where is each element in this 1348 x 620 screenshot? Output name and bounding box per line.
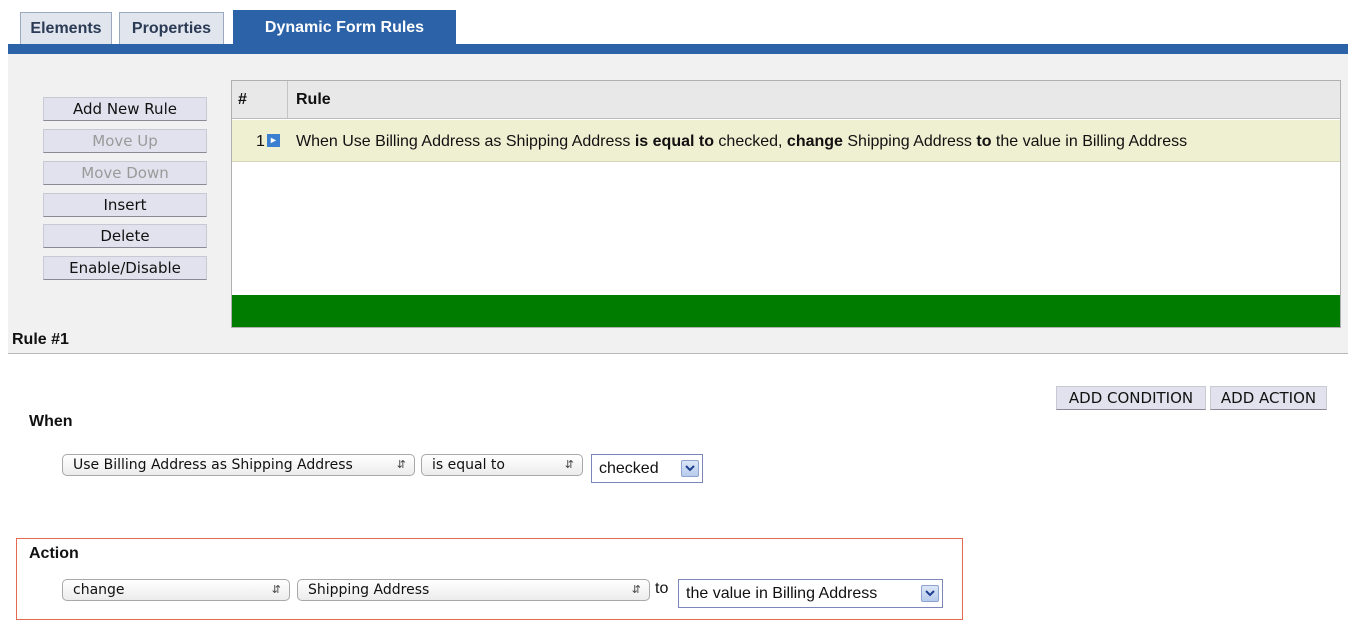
chevron-down-icon[interactable] bbox=[921, 585, 939, 602]
action-verb-value: change bbox=[73, 582, 125, 598]
table-header: # Rule bbox=[232, 81, 1340, 119]
condition-value: checked bbox=[599, 460, 659, 477]
move-down-button[interactable]: Move Down bbox=[43, 161, 207, 185]
column-header-rule: Rule bbox=[296, 91, 331, 108]
tab-properties[interactable]: Properties bbox=[119, 12, 224, 44]
condition-value-dropdown[interactable]: checked bbox=[591, 454, 703, 483]
select-arrows-icon: ⇵ bbox=[564, 458, 574, 471]
enable-disable-button[interactable]: Enable/Disable bbox=[43, 256, 207, 280]
action-target-select[interactable]: Shipping Address ⇵ bbox=[297, 579, 650, 601]
chevron-down-icon[interactable] bbox=[681, 460, 699, 477]
column-header-number: # bbox=[238, 91, 247, 108]
tab-underline bbox=[8, 44, 1348, 54]
add-condition-button[interactable]: ADD CONDITION bbox=[1056, 386, 1206, 410]
tab-dynamic-form-rules[interactable]: Dynamic Form Rules bbox=[233, 10, 456, 45]
move-up-button[interactable]: Move Up bbox=[43, 129, 207, 153]
insert-button[interactable]: Insert bbox=[43, 193, 207, 217]
action-label: Action bbox=[29, 545, 79, 562]
tab-elements[interactable]: Elements bbox=[20, 12, 112, 44]
add-action-button[interactable]: ADD ACTION bbox=[1210, 386, 1327, 410]
action-verb-select[interactable]: change ⇵ bbox=[62, 579, 290, 601]
condition-operator-value: is equal to bbox=[432, 457, 505, 473]
when-label: When bbox=[29, 413, 73, 430]
add-new-rule-button[interactable]: Add New Rule bbox=[43, 97, 207, 121]
delete-button[interactable]: Delete bbox=[43, 224, 207, 248]
action-target-value: Shipping Address bbox=[308, 582, 430, 598]
expand-arrow-icon[interactable]: ► bbox=[267, 134, 280, 147]
rule-summary: When Use Billing Address as Shipping Add… bbox=[296, 133, 1188, 150]
action-value: the value in Billing Address bbox=[686, 585, 878, 602]
to-label: to bbox=[655, 580, 669, 597]
rule-title: Rule #1 bbox=[12, 331, 69, 348]
action-value-dropdown[interactable]: the value in Billing Address bbox=[678, 579, 943, 608]
rule-number: 1 bbox=[256, 133, 265, 150]
status-bar bbox=[232, 295, 1340, 327]
table-row[interactable]: 1 ► When Use Billing Address as Shipping… bbox=[232, 120, 1340, 162]
column-divider bbox=[287, 81, 288, 118]
select-arrows-icon: ⇵ bbox=[396, 458, 406, 471]
condition-field-select[interactable]: Use Billing Address as Shipping Address … bbox=[62, 454, 415, 476]
select-arrows-icon: ⇵ bbox=[631, 583, 641, 596]
condition-operator-select[interactable]: is equal to ⇵ bbox=[421, 454, 583, 476]
select-arrows-icon: ⇵ bbox=[271, 583, 281, 596]
condition-field-value: Use Billing Address as Shipping Address bbox=[73, 457, 353, 473]
rules-table: # Rule 1 ► When Use Billing Address as S… bbox=[231, 80, 1341, 328]
